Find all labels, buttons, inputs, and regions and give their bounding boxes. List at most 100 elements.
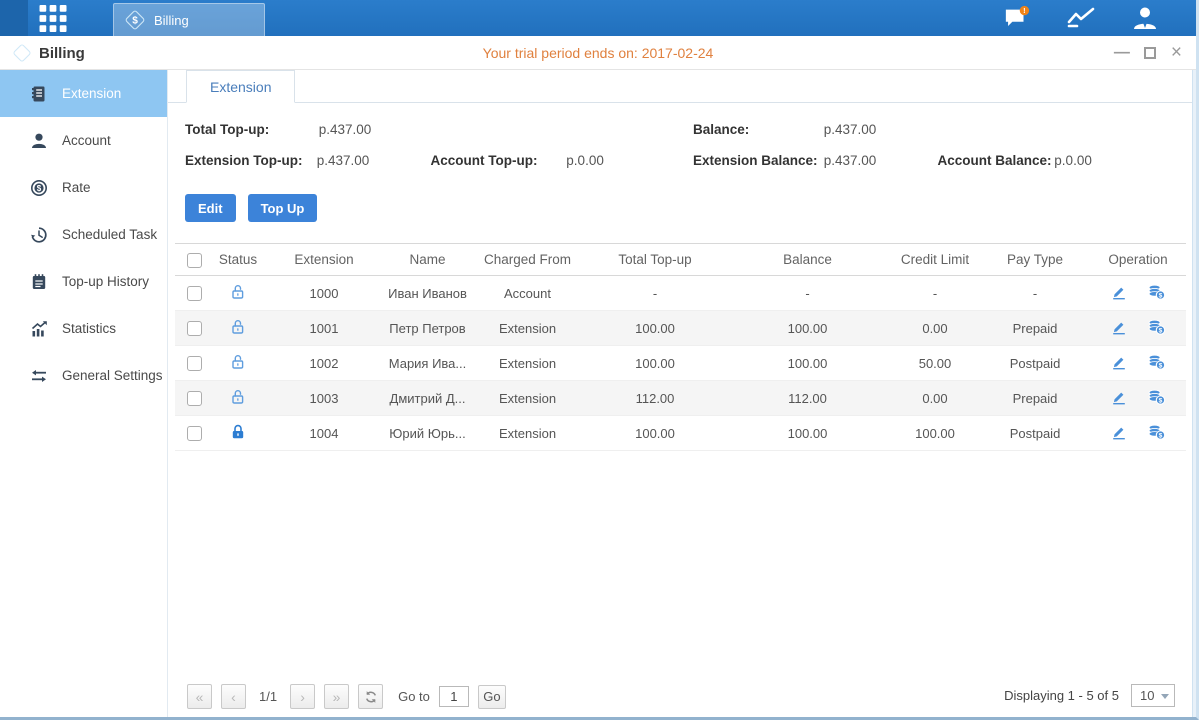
column-header-charged-from: Charged From (470, 252, 585, 267)
row-checkbox[interactable] (187, 426, 202, 441)
tab-bar: Extension (168, 70, 1192, 103)
prev-page-button[interactable]: ‹ (221, 684, 246, 709)
total-topup-label: Total Top-up: (185, 114, 315, 145)
edit-pencil-icon[interactable] (1110, 353, 1129, 371)
go-button[interactable]: Go (478, 685, 506, 709)
billing-diamond-icon (124, 9, 146, 31)
name-cell: Юрий Юрь... (385, 426, 470, 441)
edit-pencil-icon[interactable] (1110, 283, 1129, 301)
balance-label: Balance: (693, 114, 820, 145)
table-row: 1002 Мария Ива... Extension 100.00 100.0… (175, 346, 1186, 381)
extension-topup-value: p.437.00 (317, 145, 427, 176)
total-topup-cell: 100.00 (585, 321, 725, 336)
lock-open-icon[interactable] (229, 388, 247, 406)
sidebar-item-label: Scheduled Task (62, 227, 157, 242)
action-buttons: Edit Top Up (185, 194, 317, 222)
row-checkbox[interactable] (187, 321, 202, 336)
account-balance-value: p.0.00 (1054, 145, 1092, 176)
scrollbar-track[interactable] (1192, 70, 1196, 717)
credit-limit-cell: 50.00 (890, 356, 980, 371)
general-settings-sliders-icon (30, 367, 48, 385)
table-row: 1000 Иван Иванов Account - - - - (175, 276, 1186, 311)
top-up-coins-icon[interactable] (1147, 353, 1166, 371)
topbar-right (1002, 0, 1160, 36)
sidebar-item-rate[interactable]: Rate (0, 164, 167, 211)
charged-from-cell: Extension (470, 426, 585, 441)
extension-cell: 1002 (263, 356, 385, 371)
page-size-select[interactable]: 10 (1131, 684, 1175, 707)
account-balance-label: Account Balance: (938, 145, 1051, 176)
lock-open-icon[interactable] (229, 283, 247, 301)
credit-limit-cell: - (890, 286, 980, 301)
extension-topup-label: Extension Top-up: (185, 145, 313, 176)
edit-button[interactable]: Edit (185, 194, 236, 222)
sidebar-item-label: Extension (62, 86, 121, 101)
minimize-icon[interactable]: — (1114, 45, 1129, 61)
top-up-coins-icon[interactable] (1147, 283, 1166, 301)
top-up-coins-icon[interactable] (1147, 388, 1166, 406)
top-up-button[interactable]: Top Up (248, 194, 318, 222)
topbar-tab-billing[interactable]: Billing (113, 3, 265, 36)
displaying-status: Displaying 1 - 5 of 5 (1004, 688, 1119, 703)
total-topup-cell: - (585, 286, 725, 301)
sidebar-item-topup-history[interactable]: Top-up History (0, 258, 167, 305)
window-controls: — × (1114, 36, 1182, 70)
lock-open-icon[interactable] (229, 318, 247, 336)
next-page-button[interactable]: › (290, 684, 315, 709)
last-page-button[interactable]: » (324, 684, 349, 709)
refresh-button[interactable] (358, 684, 383, 709)
sidebar-item-general-settings[interactable]: General Settings (0, 352, 167, 399)
lock-closed-icon[interactable] (229, 423, 247, 441)
table-row: 1004 Юрий Юрь... Extension 100.00 100.00… (175, 416, 1186, 451)
edit-pencil-icon[interactable] (1110, 423, 1129, 441)
sidebar-item-extension[interactable]: Extension (0, 70, 167, 117)
user-account-icon[interactable] (1130, 5, 1160, 31)
sidebar-item-label: General Settings (62, 368, 163, 383)
chat-notification-icon[interactable] (1002, 5, 1032, 31)
pay-type-cell: Prepaid (980, 321, 1090, 336)
app-launcher-grid-icon[interactable] (38, 5, 68, 32)
row-checkbox[interactable] (187, 356, 202, 371)
edit-pencil-icon[interactable] (1110, 318, 1129, 336)
sidebar-item-scheduled-task[interactable]: Scheduled Task (0, 211, 167, 258)
pay-type-cell: Prepaid (980, 391, 1090, 406)
app-window: Billing Billing Your trial period ends o… (0, 0, 1199, 720)
account-topup-value: p.0.00 (566, 145, 604, 176)
name-cell: Мария Ива... (385, 356, 470, 371)
charged-from-cell: Extension (470, 356, 585, 371)
titlebar: Billing Your trial period ends on: 2017-… (0, 36, 1196, 70)
rate-dollar-icon (30, 179, 48, 197)
top-up-coins-icon[interactable] (1147, 318, 1166, 336)
column-header-status: Status (213, 252, 263, 267)
table-row: 1003 Дмитрий Д... Extension 112.00 112.0… (175, 381, 1186, 416)
lock-open-icon[interactable] (229, 353, 247, 371)
row-checkbox[interactable] (187, 286, 202, 301)
select-all-checkbox[interactable] (187, 253, 202, 268)
balance-value: p.437.00 (824, 114, 877, 145)
column-header-pay-type: Pay Type (980, 252, 1090, 267)
page-size-value: 10 (1140, 688, 1154, 703)
pay-type-cell: - (980, 286, 1090, 301)
scheduled-task-clock-icon (30, 226, 48, 244)
extension-cell: 1003 (263, 391, 385, 406)
total-topup-cell: 112.00 (585, 391, 725, 406)
top-up-coins-icon[interactable] (1147, 423, 1166, 441)
extension-book-icon (30, 85, 48, 103)
resource-monitor-chart-icon[interactable] (1066, 5, 1096, 31)
sidebar-item-statistics[interactable]: Statistics (0, 305, 167, 352)
first-page-button[interactable]: « (187, 684, 212, 709)
row-checkbox[interactable] (187, 391, 202, 406)
maximize-icon[interactable] (1144, 47, 1156, 59)
name-cell: Иван Иванов (385, 286, 470, 301)
column-header-name: Name (385, 252, 470, 267)
topup-history-notepad-icon (30, 273, 48, 291)
sidebar-item-account[interactable]: Account (0, 117, 167, 164)
extension-balance-label: Extension Balance: (693, 145, 820, 176)
close-icon[interactable]: × (1171, 45, 1182, 61)
total-topup-value: p.437.00 (319, 114, 372, 145)
extension-balance-value: p.437.00 (824, 145, 934, 176)
tab-extension[interactable]: Extension (186, 70, 295, 103)
edit-pencil-icon[interactable] (1110, 388, 1129, 406)
sidebar-item-label: Rate (62, 180, 91, 195)
goto-page-input[interactable] (439, 686, 469, 707)
